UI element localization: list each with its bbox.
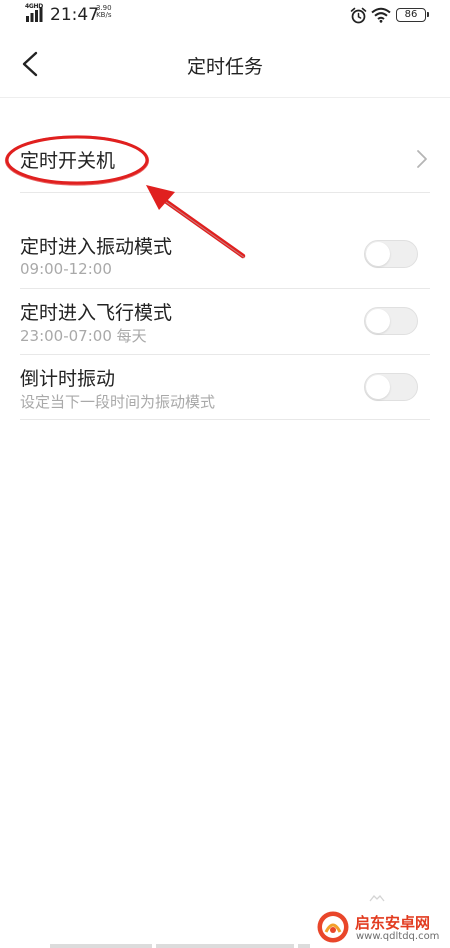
battery-icon: 86 bbox=[396, 8, 429, 22]
battery-level: 86 bbox=[404, 9, 418, 20]
toggle-switch[interactable] bbox=[364, 307, 418, 335]
row-divider bbox=[20, 419, 430, 420]
list-item-airplane-schedule[interactable]: 定时进入飞行模式 23:00-07:00 每天 bbox=[0, 288, 450, 354]
nav-bar-segment bbox=[298, 944, 310, 948]
chevron-right-icon bbox=[417, 150, 427, 168]
alarm-icon bbox=[350, 7, 367, 24]
toggle-switch[interactable] bbox=[364, 373, 418, 401]
watermark: 启东安卓网 www.qdltdq.com bbox=[316, 908, 446, 948]
watermark-url: www.qdltdq.com bbox=[356, 931, 440, 942]
nav-bar-segment bbox=[156, 944, 294, 948]
status-bar: 4GHD 21:47 3.90 KB/s 86 bbox=[0, 0, 450, 30]
list-item-subtitle: 设定当下一段时间为振动模式 bbox=[20, 393, 216, 411]
watermark-title: 启东安卓网 bbox=[355, 914, 431, 932]
ellipse-annotation bbox=[4, 135, 150, 186]
network-speed-unit: KB/s bbox=[96, 11, 112, 19]
header-divider bbox=[0, 97, 450, 98]
nav-bar-segment bbox=[50, 944, 152, 948]
page-title: 定时任务 bbox=[186, 56, 263, 78]
list-item-subtitle: 23:00-07:00 每天 bbox=[20, 327, 147, 345]
list-item-subtitle: 09:00-12:00 bbox=[20, 260, 112, 278]
toggle-knob bbox=[366, 375, 390, 399]
page-header: 定时任务 bbox=[0, 30, 450, 98]
chevron-up-icon bbox=[369, 895, 385, 902]
list-item-title: 定时进入飞行模式 bbox=[20, 302, 173, 324]
list-item-countdown-vibrate[interactable]: 倒计时振动 设定当下一段时间为振动模式 bbox=[0, 354, 450, 420]
arrow-annotation bbox=[146, 185, 246, 259]
watermark-logo-icon bbox=[317, 911, 349, 943]
clock-time: 21:47 bbox=[50, 5, 99, 25]
wifi-icon bbox=[371, 7, 391, 23]
list-item-title: 倒计时振动 bbox=[20, 368, 116, 390]
signal-icon bbox=[26, 7, 43, 22]
network-speed: 3.90 KB/s bbox=[96, 5, 112, 19]
toggle-knob bbox=[366, 242, 390, 266]
toggle-switch[interactable] bbox=[364, 240, 418, 268]
toggle-knob bbox=[366, 309, 390, 333]
